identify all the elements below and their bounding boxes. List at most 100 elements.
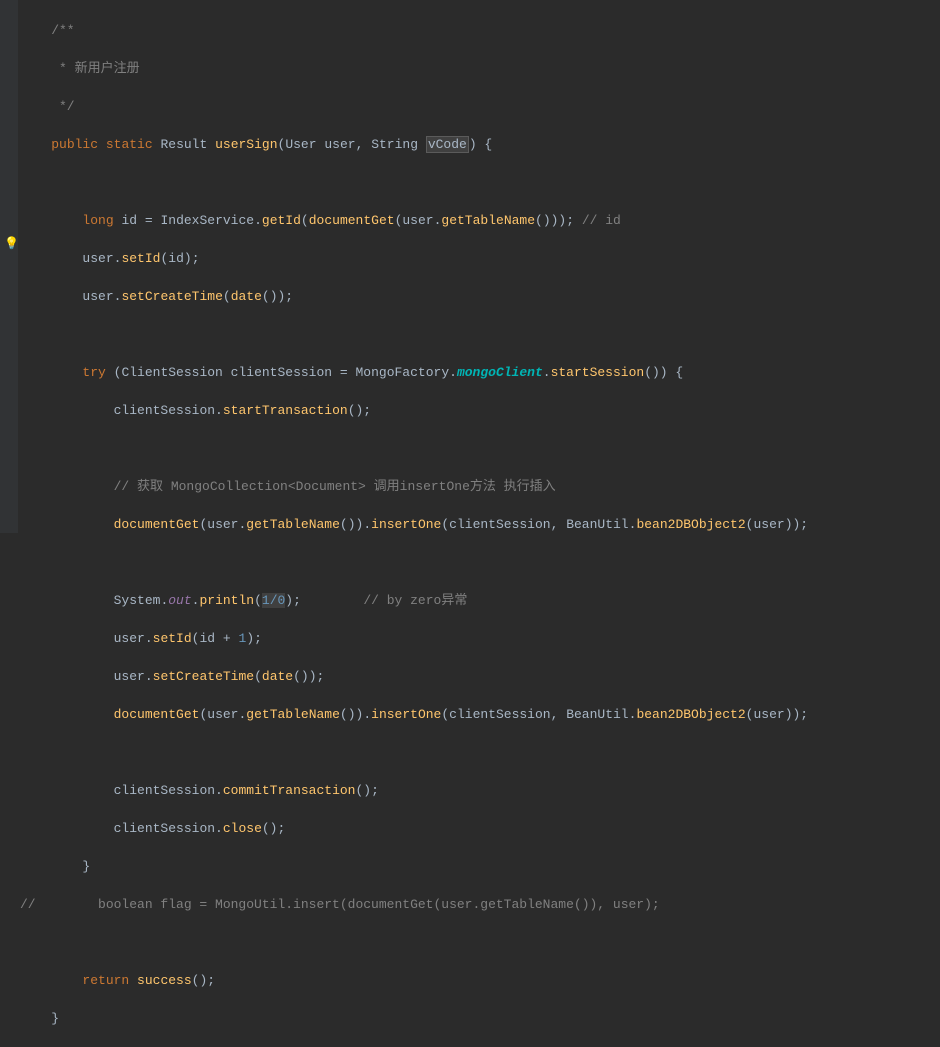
param-user: user — [324, 137, 355, 152]
v-user: user — [82, 289, 113, 304]
brace-close: } — [20, 1011, 59, 1026]
comment-byzero: // by zero异常 — [363, 593, 467, 608]
v-user: user — [114, 669, 145, 684]
m-bean2dbobject2: bean2DBObject2 — [636, 707, 745, 722]
v-id: id — [168, 251, 184, 266]
v-user: user — [753, 517, 784, 532]
v-clientsession: clientSession — [114, 403, 215, 418]
cls-mongofactory: MongoFactory — [356, 365, 450, 380]
m-setid: setId — [153, 631, 192, 646]
m-insertone: insertOne — [371, 707, 441, 722]
m-println: println — [199, 593, 254, 608]
code-line: user.setCreateTime(date()); — [20, 287, 940, 306]
kw-try: try — [82, 365, 105, 380]
code-line: return success(); — [20, 971, 940, 990]
m-bean2dbobject2: bean2DBObject2 — [636, 517, 745, 532]
v-user: user — [207, 517, 238, 532]
comment-disabled: // boolean flag = MongoUtil.insert(docum… — [20, 897, 660, 912]
m-setid: setId — [121, 251, 160, 266]
code-line: } — [20, 1009, 940, 1028]
kw-long: long — [82, 213, 113, 228]
m-committransaction: commitTransaction — [223, 783, 356, 798]
m-gettablename: getTableName — [246, 517, 340, 532]
code-line: documentGet(user.getTableName()).insertO… — [20, 705, 940, 724]
m-setcreatetime: setCreateTime — [153, 669, 254, 684]
cls-indexservice: IndexService — [160, 213, 254, 228]
code-line: /** — [20, 21, 940, 40]
code-line: long id = IndexService.getId(documentGet… — [20, 211, 940, 230]
v-clientsession: clientSession — [114, 783, 215, 798]
m-insertone: insertOne — [371, 517, 441, 532]
m-documentget: documentGet — [114, 517, 200, 532]
v-user: user — [753, 707, 784, 722]
javadoc-close: */ — [20, 99, 75, 114]
code-line — [20, 933, 940, 952]
v-user: user — [207, 707, 238, 722]
cls-system: System — [114, 593, 161, 608]
v-clientsession: clientSession — [231, 365, 332, 380]
comment-id: // id — [582, 213, 621, 228]
code-line: user.setId(id); — [20, 249, 940, 268]
code-line: System.out.println(1/0); // by zero异常 — [20, 591, 940, 610]
code-line — [20, 743, 940, 762]
v-clientsession: clientSession — [114, 821, 215, 836]
num-1: 1 — [239, 631, 247, 646]
code-line — [20, 325, 940, 344]
code-editor-area[interactable]: /** * 新用户注册 */ public static Result user… — [0, 0, 940, 1047]
cls-beanutil: BeanUtil — [566, 707, 628, 722]
m-date: date — [262, 669, 293, 684]
code-line: user.setCreateTime(date()); — [20, 667, 940, 686]
f-out: out — [168, 593, 191, 608]
kw-return: return — [82, 973, 129, 988]
javadoc-open: /** — [20, 23, 75, 38]
v-user: user — [82, 251, 113, 266]
brace-close: } — [20, 859, 90, 874]
m-gettablename: getTableName — [246, 707, 340, 722]
m-getid: getId — [262, 213, 301, 228]
code-line: user.setId(id + 1); — [20, 629, 940, 648]
method-userSign: userSign — [215, 137, 277, 152]
code-line — [20, 173, 940, 192]
kw-static: static — [106, 137, 153, 152]
code-line — [20, 553, 940, 572]
javadoc-text: * 新用户注册 — [20, 61, 140, 76]
var-id: id — [121, 213, 137, 228]
m-date: date — [231, 289, 262, 304]
m-success: success — [137, 973, 192, 988]
code-line: clientSession.startTransaction(); — [20, 401, 940, 420]
code-line: clientSession.close(); — [20, 819, 940, 838]
param-vcode-highlight: vCode — [426, 136, 469, 153]
type-string: String — [371, 137, 418, 152]
code-line: */ — [20, 97, 940, 116]
v-clientsession: clientSession — [449, 707, 550, 722]
m-setcreatetime: setCreateTime — [121, 289, 222, 304]
lightbulb-icon[interactable]: 💡 — [4, 235, 19, 254]
m-gettablename: getTableName — [441, 213, 535, 228]
kw-public: public — [51, 137, 98, 152]
code-line: // boolean flag = MongoUtil.insert(docum… — [20, 895, 940, 914]
m-close: close — [223, 821, 262, 836]
editor-gutter: 💡 — [0, 0, 18, 533]
code-line: // 获取 MongoCollection<Document> 调用insert… — [20, 477, 940, 496]
type-clientsession: ClientSession — [121, 365, 222, 380]
code-line: * 新用户注册 — [20, 59, 940, 78]
code-line: public static Result userSign(User user,… — [20, 135, 940, 154]
m-documentget: documentGet — [309, 213, 395, 228]
type-user: User — [285, 137, 316, 152]
code-line: } — [20, 857, 940, 876]
code-line: try (ClientSession clientSession = Mongo… — [20, 363, 940, 382]
v-clientsession: clientSession — [449, 517, 550, 532]
m-startsession: startSession — [551, 365, 645, 380]
comment-getcollection: // 获取 MongoCollection<Document> 调用insert… — [114, 479, 556, 494]
m-starttransaction: startTransaction — [223, 403, 348, 418]
v-user: user — [114, 631, 145, 646]
code-line — [20, 439, 940, 458]
code-line: clientSession.commitTransaction(); — [20, 781, 940, 800]
code-line: documentGet(user.getTableName()).insertO… — [20, 515, 940, 534]
v-user: user — [402, 213, 433, 228]
m-documentget: documentGet — [114, 707, 200, 722]
v-id: id — [199, 631, 215, 646]
type-result: Result — [160, 137, 207, 152]
expr-divzero: 1/0 — [262, 593, 285, 608]
f-mongoclient: mongoClient — [457, 365, 543, 380]
